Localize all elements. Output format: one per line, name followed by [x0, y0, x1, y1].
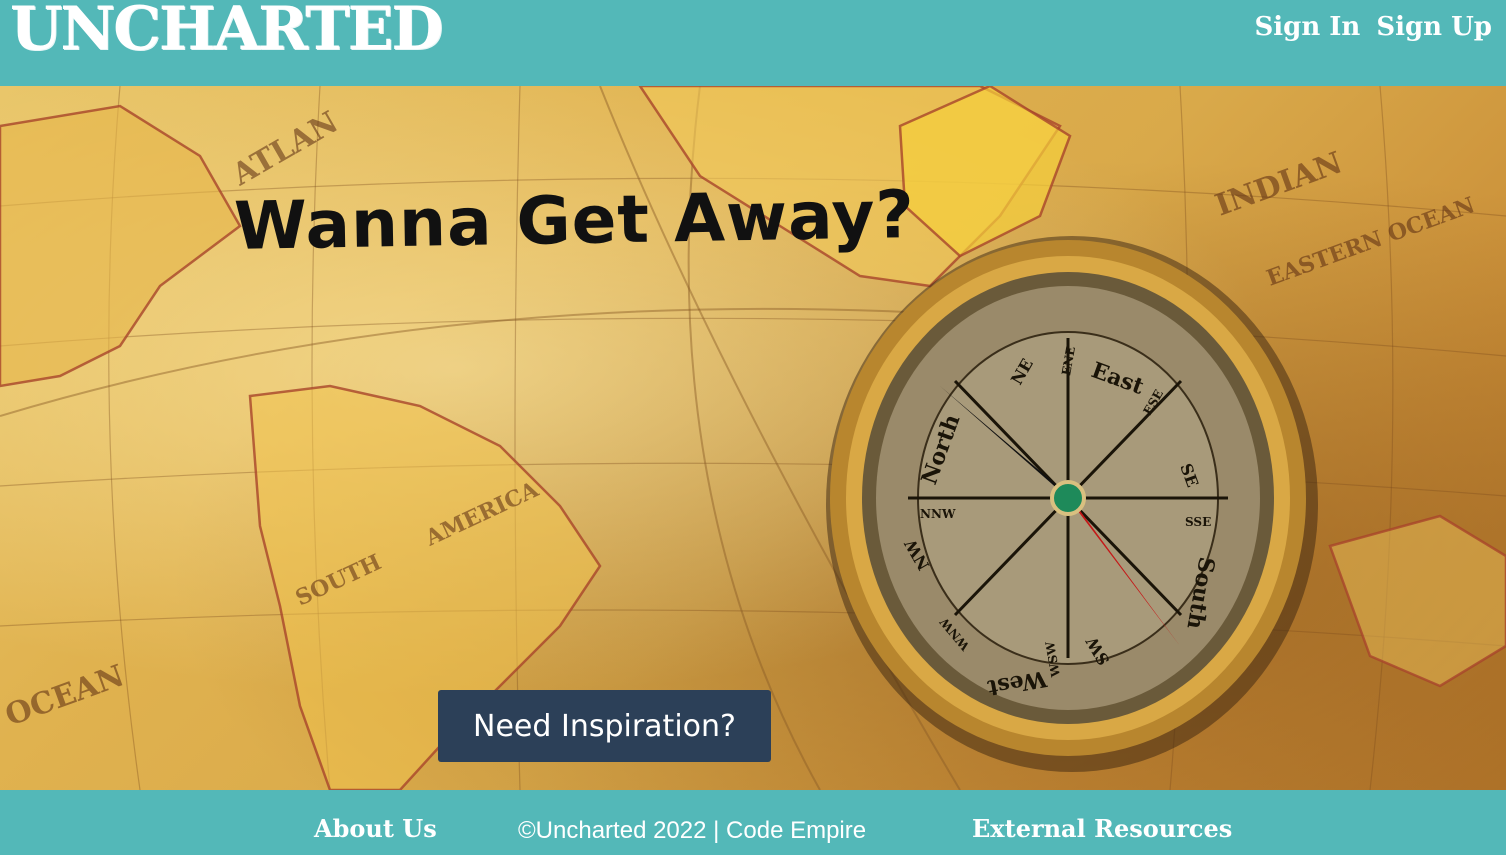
sign-in-link[interactable]: Sign In — [1254, 12, 1360, 42]
hero-section: ATLAN OCEAN INDIAN EASTERN OCEAN AMERICA… — [0, 86, 1506, 790]
map-label-ocean: OCEAN — [1, 658, 129, 733]
compass-label-sse: SSE — [1185, 515, 1211, 529]
top-nav: Sign In Sign Up — [1254, 12, 1492, 42]
copyright-text: ©Uncharted 2022 | Code Empire — [518, 817, 867, 844]
map-label-atlan: ATLAN — [226, 105, 345, 194]
site-header: UNCHARTED Sign In Sign Up — [0, 0, 1506, 86]
external-resources-link[interactable]: External Resources — [972, 814, 1232, 843]
sign-up-link[interactable]: Sign Up — [1376, 12, 1492, 42]
about-us-link[interactable]: About Us — [314, 814, 437, 843]
compass-pivot — [1050, 480, 1086, 516]
site-logo[interactable]: UNCHARTED — [10, 0, 443, 64]
need-inspiration-button[interactable]: Need Inspiration? — [438, 690, 771, 762]
compass-illustration: North NE ENE East ESE SE SSE South SW WS… — [826, 236, 1318, 772]
site-footer: About Us ©Uncharted 2022 | Code Empire E… — [0, 790, 1506, 855]
hero-headline: Wanna Get Away? — [233, 176, 916, 265]
map-label-eastern-ocean: EASTERN OCEAN — [1263, 192, 1478, 292]
compass-label-nnw: NNW — [920, 507, 956, 521]
map-label-indian: INDIAN — [1211, 145, 1347, 223]
